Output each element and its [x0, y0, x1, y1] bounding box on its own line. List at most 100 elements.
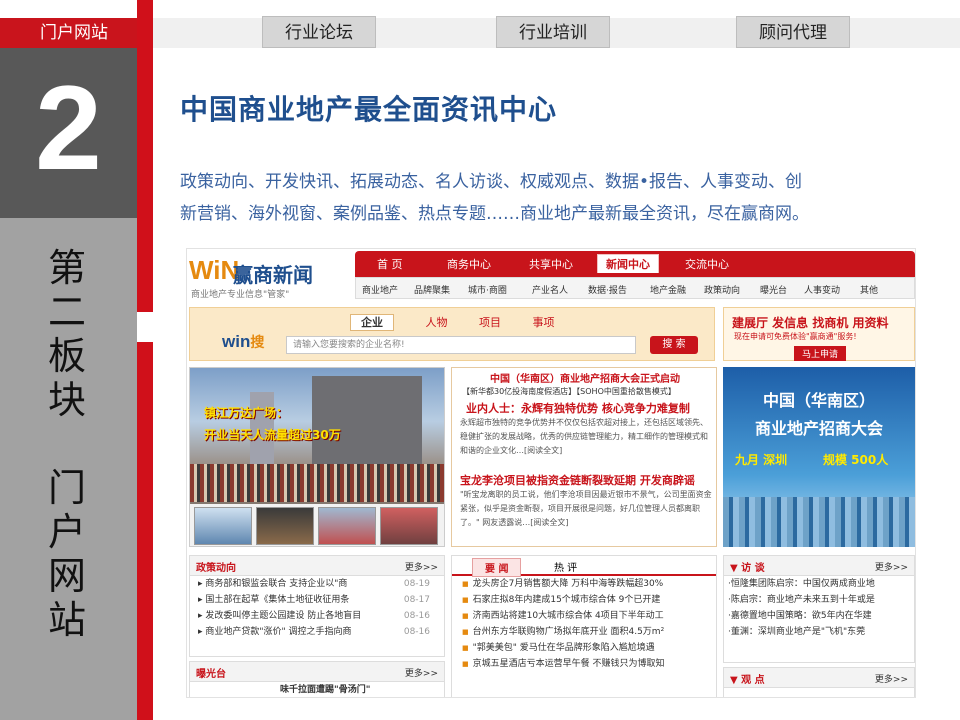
list-item[interactable]: ·恒隆集团陈启宗：中国仅两成商业地	[724, 576, 914, 592]
subnav-item[interactable]: 数据·报告	[588, 283, 627, 296]
banner-date: 九月 深圳	[735, 453, 788, 467]
site-logo[interactable]: WiN 赢商新闻 商业地产专业信息"管家"	[189, 253, 349, 300]
logo-name: 赢商新闻	[233, 263, 313, 287]
nav-item-sharing[interactable]: 共享中心	[529, 256, 573, 272]
subnav-item[interactable]: 政策动向	[704, 283, 740, 296]
list-item[interactable]: "郭美美包" 爱马仕在华品牌形象陷入尴尬境遇	[452, 640, 716, 656]
subnav-item[interactable]: 城市·商圈	[468, 283, 507, 296]
list-item[interactable]: 石家庄拟8年内建成15个城市综合体 9个已开建	[452, 592, 716, 608]
search-tab-person[interactable]: 人物	[426, 316, 448, 329]
item-date: 08-19	[403, 579, 430, 589]
section-vertical-title: 第 二 板 块 门 户 网 站	[32, 246, 102, 642]
more-link[interactable]: 更多>>	[875, 560, 908, 573]
panel-title: 观 点	[730, 671, 764, 686]
policy-panel: 政策动向 更多>> ▸ 商务部和银监会联合 支持企业以"商 08-19 ▸ 国土部…	[189, 555, 445, 657]
thumbnail[interactable]	[194, 507, 252, 545]
panel-header: 曝光台 更多>>	[190, 662, 444, 682]
more-link[interactable]: 更多>>	[875, 672, 908, 685]
tab-industry-forum[interactable]: 行业论坛	[262, 16, 376, 48]
subnav-item[interactable]: 曝光台	[760, 283, 787, 296]
headline-news: 中国（华南区）商业地产招商大会正式启动 【新华都30亿投海南度假酒店】【SOHO…	[451, 367, 717, 547]
more-link[interactable]: 更多>>	[405, 560, 438, 573]
exposure-panel: 曝光台 更多>> 味千拉面遭踢"骨汤门"	[189, 661, 445, 697]
list-item[interactable]: ▸ 发改委叫停主题公园建设 防止各地盲目 08-16	[190, 608, 444, 624]
banner-line: 商业地产招商大会	[754, 419, 883, 438]
list-item[interactable]: 济南西站将建10大城市综合体 4项目下半年动工	[452, 608, 716, 624]
subnav-item[interactable]: 商业地产	[362, 283, 398, 296]
vertical-char: 板	[47, 334, 86, 378]
promo-banner[interactable]: 建展厅 发信息 找商机 用资料 现在申请可免费体验"赢商通"服务! 马上申请	[723, 307, 915, 361]
thumbnail[interactable]	[318, 507, 376, 545]
photo-crowd	[190, 464, 444, 502]
list-item[interactable]: ▸ 商业地产贷款"涨价" 调控之手指向商 08-16	[190, 624, 444, 640]
list-item[interactable]: 台州东方华联购物广场拟年底开业 面积4.5万m²	[452, 624, 716, 640]
viewpoint-panel: 观 点 更多>>	[723, 667, 915, 697]
list-item[interactable]: 龙头房企7月销售额大降 万科中海等跌幅超30%	[452, 576, 716, 592]
vertical-char: 户	[47, 510, 86, 554]
photo-caption: 开业当天人流量超过30万	[204, 428, 341, 442]
subnav-item[interactable]: 品牌聚集	[414, 283, 450, 296]
nav-item-home[interactable]: 首 页	[377, 256, 403, 272]
nav-main-bar: 首 页 商务中心 共享中心 新闻中心 交流中心	[355, 251, 915, 277]
nav-item-news[interactable]: 新闻中心	[597, 254, 659, 273]
nav-item-business[interactable]: 商务中心	[447, 256, 491, 272]
red-bar-gap	[137, 312, 153, 342]
photo-caption: 镇江万达广场：	[204, 406, 289, 420]
thumbnail[interactable]	[256, 507, 314, 545]
interview-panel: 访 谈 更多>> ·恒隆集团陈启宗：中国仅两成商业地 ·陈启宗：商业地产未来五到…	[723, 555, 915, 663]
panel-header: 政策动向 更多>>	[190, 556, 444, 576]
search-tab-enterprise[interactable]: 企业	[350, 314, 394, 331]
vertical-spacer	[32, 422, 102, 466]
nav-sub-bar: 商业地产 品牌聚集 城市·商圈 产业名人 数据·报告 地产金融 政策动向 曝光台…	[355, 277, 915, 299]
item-date: 08-16	[403, 611, 430, 621]
search-tab-project[interactable]: 项目	[479, 316, 501, 329]
panel-header: 观 点 更多>>	[724, 668, 914, 688]
description-line: 新营销、海外视窗、案例品鉴、热点专题……商业地产最新最全资讯，尽在赢商网。	[180, 204, 809, 224]
logo-tagline: 商业地产专业信息"管家"	[191, 290, 290, 300]
list-item[interactable]: 京城五星酒店亏本运营早午餐 不赚钱只为博取知	[452, 656, 716, 672]
subnav-item[interactable]: 产业名人	[532, 283, 568, 296]
search-brand: win搜	[222, 332, 264, 352]
vertical-char: 二	[47, 290, 86, 334]
search-input[interactable]: 请输入您要搜索的企业名称!	[286, 336, 636, 354]
logo-mark: WiN	[189, 255, 240, 285]
list-item[interactable]: ·嘉德置地中国策略：欲5年内在华建	[724, 608, 914, 624]
search-tab-matter[interactable]: 事项	[533, 316, 555, 329]
panel-header: 访 谈 更多>>	[724, 556, 914, 576]
search-panel: 企业 人物 项目 事项 win搜 请输入您要搜索的企业名称! 搜 索	[189, 307, 715, 361]
tab-top-news[interactable]: 要 闻	[472, 558, 522, 577]
news-title[interactable]: 业内人士：永辉有独特优势 核心竞争力难复制	[466, 400, 690, 416]
featured-photo[interactable]: 镇江万达广场： 开业当天人流量超过30万	[189, 367, 445, 547]
red-divider-bar	[137, 0, 153, 720]
item-text: 发改委叫停主题公园建设 防止各地盲目	[205, 611, 362, 621]
list-item[interactable]: ▸ 国土部在起草《集体土地征收征用条 08-17	[190, 592, 444, 608]
vertical-char: 第	[47, 246, 86, 290]
list-item[interactable]: ▸ 商务部和银监会联合 支持企业以"商 08-19	[190, 576, 444, 592]
tab-consulting-agency[interactable]: 顾问代理	[736, 16, 850, 48]
vertical-char: 块	[47, 378, 86, 422]
thumbnail[interactable]	[380, 507, 438, 545]
subnav-item[interactable]: 地产金融	[650, 283, 686, 296]
conference-banner[interactable]: 中国（华南区） 商业地产招商大会 九月 深圳 规模 500人	[723, 367, 915, 547]
panel-tabs: 要 闻 热 评	[452, 556, 716, 577]
subnav-item[interactable]: 其他	[860, 283, 878, 296]
subnav-item[interactable]: 人事变动	[804, 283, 840, 296]
news-title[interactable]: 宝龙李沧项目被指资金链断裂致延期 开发商辟谣	[460, 472, 695, 488]
item-text: 国土部在起草《集体土地征收征用条	[205, 595, 350, 605]
list-item[interactable]: ·董渊：深圳商业地产是"飞机"东莞	[724, 624, 914, 640]
list-item[interactable]: ·陈启宗：商业地产未来五到十年或是	[724, 592, 914, 608]
banner-scale: 规模 500人	[823, 453, 889, 467]
more-link[interactable]: 更多>>	[405, 666, 438, 679]
news-headline[interactable]: 中国（华南区）商业地产招商大会正式启动	[452, 370, 718, 385]
photo-thumbnails	[190, 504, 444, 546]
vertical-char: 站	[47, 598, 86, 642]
tab-portal[interactable]: 门户网站	[0, 18, 137, 48]
item-date: 08-17	[403, 595, 430, 605]
tab-industry-training[interactable]: 行业培训	[496, 16, 610, 48]
apply-now-button[interactable]: 马上申请	[794, 346, 847, 361]
news-related-links[interactable]: 【新华都30亿投海南度假酒店】【SOHO中国重拾散售模式】	[462, 386, 676, 397]
tab-hot-comments[interactable]: 热 评	[542, 558, 589, 575]
nav-item-exchange[interactable]: 交流中心	[685, 256, 729, 272]
list-item[interactable]: 味千拉面遭踢"骨汤门"	[190, 682, 444, 697]
search-button[interactable]: 搜 索	[650, 336, 698, 354]
